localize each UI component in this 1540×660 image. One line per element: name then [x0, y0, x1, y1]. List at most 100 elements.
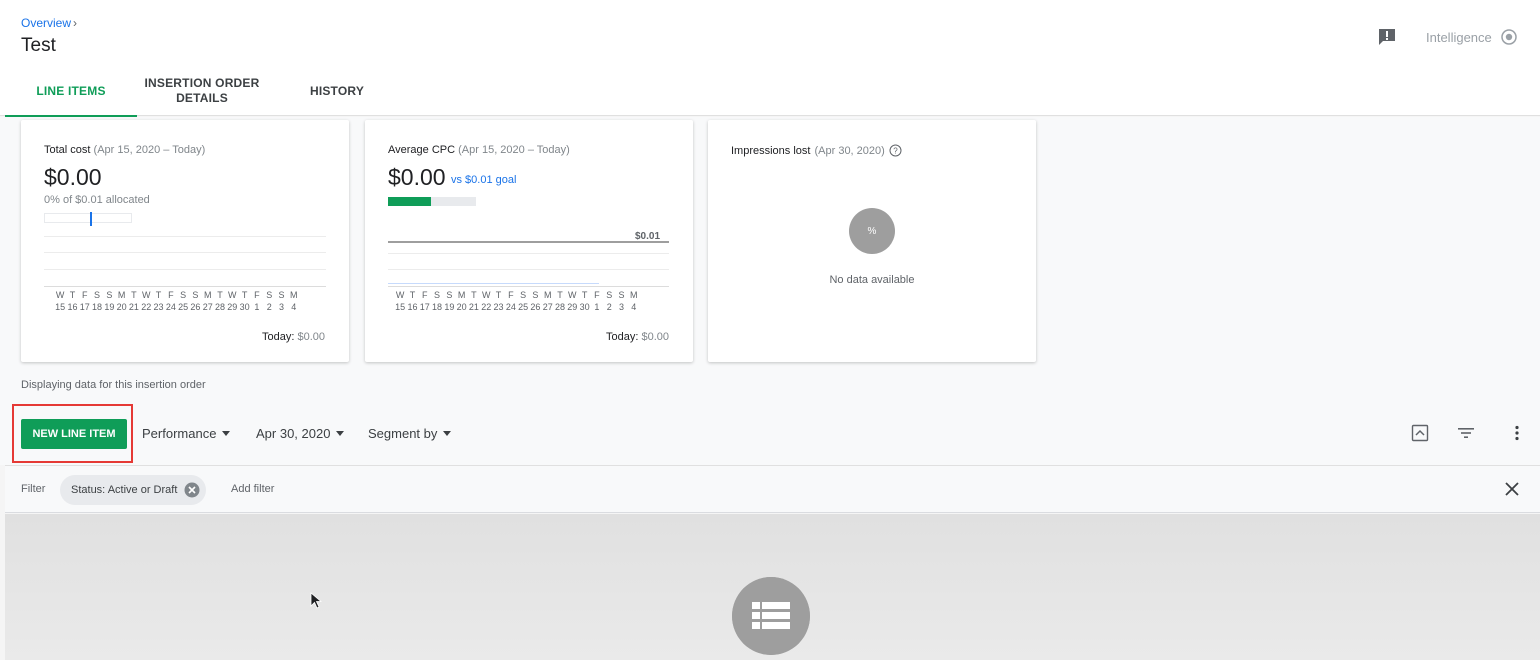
axis-day-label: M — [543, 290, 552, 300]
impressions-lost-card: Impressions lost (Apr 30, 2020) ? % No d… — [708, 120, 1036, 362]
average-cpc-today: Today: $0.00 — [605, 331, 669, 343]
breadcrumb[interactable]: Overview › — [21, 16, 77, 30]
axis-date-label: 18 — [92, 302, 103, 312]
axis-date-label: 30 — [579, 302, 590, 312]
new-line-item-button[interactable]: NEW LINE ITEM — [21, 419, 127, 449]
chip-remove-icon[interactable] — [184, 482, 200, 498]
tab-insertion-order-details[interactable]: INSERTION ORDER DETAILS — [137, 66, 267, 116]
axis-day-label: W — [395, 290, 405, 300]
axis-date-label: 15 — [55, 302, 66, 312]
allocation-bar — [44, 212, 132, 226]
axis-date-label: 23 — [493, 302, 504, 312]
axis-date-label: 19 — [104, 302, 115, 312]
axis-day-label: T — [155, 290, 162, 300]
goal-line — [388, 241, 669, 243]
status-filter-chip-label: Status: Active or Draft — [71, 484, 178, 496]
axis-date-label: 18 — [432, 302, 443, 312]
segment-by-dropdown-label: Segment by — [368, 426, 438, 441]
axis-date-label: 23 — [153, 302, 164, 312]
empty-state — [5, 514, 1540, 660]
axis-day-label: S — [434, 290, 441, 300]
intelligence-label: Intelligence — [1426, 29, 1492, 45]
filter-label: Filter — [21, 483, 46, 495]
cursor-icon — [310, 592, 322, 609]
gridline — [44, 236, 326, 237]
tab-bar: LINE ITEMS INSERTION ORDER DETAILS HISTOR… — [5, 66, 407, 117]
axis-day-label: S — [606, 290, 613, 300]
axis-date-label: 27 — [202, 302, 213, 312]
vs-goal-link[interactable]: vs $0.01 goal — [451, 174, 516, 186]
gridline — [388, 269, 669, 270]
axis-day-label: T — [495, 290, 502, 300]
close-icon[interactable] — [1504, 481, 1520, 497]
axis-date-label: 26 — [190, 302, 201, 312]
chevron-down-icon — [443, 431, 452, 436]
feedback-icon[interactable] — [1377, 27, 1397, 47]
segment-by-dropdown[interactable]: Segment by — [368, 426, 452, 441]
allocation-marker — [90, 212, 92, 226]
svg-text:?: ? — [893, 147, 898, 156]
axis-date-label: 19 — [444, 302, 455, 312]
axis-day-label: T — [131, 290, 137, 300]
axis-day-label: F — [594, 290, 600, 300]
axis-day-label: W — [568, 290, 577, 300]
tab-insertion-order-details-label: INSERTION ORDER DETAILS — [144, 76, 260, 105]
axis-date-label: 2 — [266, 302, 272, 312]
axis-day-label: M — [457, 290, 466, 300]
breadcrumb-separator: › — [73, 16, 78, 30]
chart-baseline — [388, 286, 669, 287]
axis-date-label: 21 — [128, 302, 139, 312]
intelligence-toggle[interactable]: Intelligence — [1426, 28, 1518, 46]
axis-day-label: W — [481, 290, 491, 300]
gridline — [44, 252, 326, 253]
cpc-progress-bar — [388, 197, 476, 206]
tab-history[interactable]: HISTORY — [267, 66, 407, 116]
axis-date-label: 29 — [567, 302, 578, 312]
filter-bar: Filter Status: Active or Draft Add filte… — [5, 465, 1540, 513]
page-title: Test — [21, 35, 56, 56]
axis-date-label: 1 — [254, 302, 260, 312]
axis-day-labels: WTFSSMTWTFSSMTWTFSSM — [394, 290, 640, 301]
axis-day-label: T — [217, 290, 223, 300]
display-note: Displaying data for this insertion order — [21, 379, 206, 391]
axis-date-label: 27 — [542, 302, 553, 312]
performance-dropdown[interactable]: Performance — [142, 426, 231, 441]
axis-day-label: M — [203, 290, 212, 300]
axis-day-label: F — [508, 290, 514, 300]
axis-date-label: 2 — [606, 302, 612, 312]
axis-date-label: 17 — [419, 302, 430, 312]
intelligence-icon — [1501, 29, 1517, 45]
gridline — [44, 269, 326, 270]
axis-day-label: M — [117, 290, 126, 300]
axis-day-label: T — [471, 290, 477, 300]
list-icon — [732, 577, 810, 655]
chart-baseline — [44, 286, 326, 287]
axis-date-label: 20 — [116, 302, 127, 312]
breadcrumb-overview-link[interactable]: Overview — [21, 16, 71, 30]
axis-date-label: 21 — [468, 302, 479, 312]
axis-date-label: 22 — [141, 302, 152, 312]
filter-icon[interactable] — [1457, 424, 1475, 442]
axis-date-label: 25 — [178, 302, 189, 312]
collapse-icon[interactable] — [1411, 424, 1429, 442]
axis-date-label: 1 — [594, 302, 600, 312]
axis-date-label: 17 — [79, 302, 90, 312]
status-filter-chip[interactable]: Status: Active or Draft — [60, 475, 207, 505]
axis-day-label: F — [421, 290, 428, 300]
more-vert-icon[interactable] — [1508, 424, 1526, 442]
axis-day-label: T — [557, 290, 563, 300]
axis-date-label: 3 — [278, 302, 284, 312]
axis-date-label: 25 — [518, 302, 529, 312]
axis-day-label: F — [168, 290, 174, 300]
impressions-lost-title: Impressions lost (Apr 30, 2020) ? — [731, 144, 902, 157]
help-icon[interactable]: ? — [889, 144, 902, 157]
add-filter-input[interactable]: Add filter — [231, 483, 274, 495]
axis-day-label: S — [446, 290, 453, 300]
axis-day-label: S — [106, 290, 113, 300]
axis-day-label: F — [254, 290, 260, 300]
date-dropdown[interactable]: Apr 30, 2020 — [256, 426, 345, 441]
axis-date-labels: 15 16 17 18 19 20 21 22 23 24 25 26 27 28 29 30 1 2 3 4 — [54, 302, 300, 313]
no-data-message: No data available — [829, 274, 915, 286]
tab-line-items[interactable]: LINE ITEMS — [5, 66, 137, 117]
axis-date-label: 24 — [165, 302, 176, 312]
